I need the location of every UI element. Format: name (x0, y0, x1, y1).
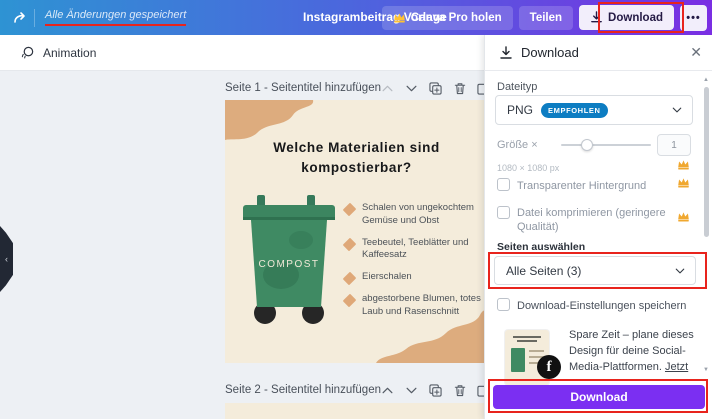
size-slider[interactable] (561, 144, 651, 146)
save-settings-checkbox[interactable] (497, 298, 510, 311)
size-value: 1 (671, 139, 677, 151)
share-button[interactable]: Teilen (518, 5, 574, 30)
download-label: Download (608, 11, 663, 24)
download-button-topbar[interactable]: Download (579, 5, 674, 30)
facebook-icon: f (537, 355, 561, 379)
compress-file-checkbox[interactable] (497, 206, 510, 219)
canva-pro-button[interactable]: Canva Pro holen (381, 5, 513, 30)
scroll-down-icon[interactable]: ▼ (703, 367, 709, 373)
size-label: Größe × (497, 139, 538, 151)
delete-page-icon[interactable] (453, 82, 466, 95)
page1-header: Seite 1 - Seitentitel hinzufügen (225, 78, 490, 98)
move-page-up-icon[interactable] (381, 82, 394, 95)
share-label: Teilen (529, 11, 563, 24)
move-page-up-icon[interactable] (381, 384, 394, 397)
top-bar: Alle Änderungen gespeichert Instagrambei… (0, 0, 712, 35)
download-cta-button[interactable]: Download (493, 385, 705, 409)
recommended-badge: EMPFOHLEN (541, 102, 608, 118)
move-page-down-icon[interactable] (405, 82, 418, 95)
bullet-list[interactable]: Schalen von ungekochtem Gemüse und Obst … (342, 202, 481, 328)
design-page-1[interactable]: Welche Materialien sind kompostierbar? C… (225, 100, 488, 363)
save-settings-label: Download-Einstellungen speichern (517, 300, 687, 312)
list-item: abgestorbene Blumen, totes Laub und Rase… (342, 293, 481, 319)
dimensions-text: 1080 × 1080 px (497, 163, 560, 173)
redo-button[interactable] (10, 7, 32, 29)
chevron-down-icon (675, 268, 685, 274)
topbar-actions: Canva Pro holen Teilen Download ••• (381, 0, 707, 35)
design-heading[interactable]: Welche Materialien sind kompostierbar? (237, 138, 476, 179)
filetype-value: PNG (507, 103, 534, 117)
saved-status: Alle Änderungen gespeichert (45, 9, 187, 26)
panel-scrollbar[interactable] (704, 87, 709, 237)
delete-page-icon[interactable] (453, 384, 466, 397)
page2-title[interactable]: Seite 2 - Seitentitel hinzufügen (225, 384, 381, 396)
size-value-box[interactable]: 1 (657, 134, 691, 156)
panel-header: Download ✕ (485, 35, 712, 71)
pages-value: Alle Seiten (3) (506, 263, 582, 278)
transparent-bg-label: Transparenter Hintergrund (517, 180, 647, 192)
compost-bin-illustration[interactable]: COMPOST (243, 195, 335, 328)
crown-icon (393, 12, 406, 23)
compress-file-label: Datei komprimieren (geringere Qualität) (517, 207, 666, 234)
download-panel: Download ✕ Dateityp PNG EMPFOHLEN Größe … (484, 35, 712, 419)
close-icon[interactable]: ✕ (690, 45, 702, 59)
promo-text: Spare Zeit – plane dieses Design für dei… (569, 329, 694, 373)
diamond-icon (342, 237, 357, 251)
list-item: Eierschalen (342, 271, 481, 286)
panel-title: Download (521, 45, 579, 60)
filetype-dropdown[interactable]: PNG EMPFOHLEN (495, 95, 693, 125)
move-page-down-icon[interactable] (405, 384, 418, 397)
pages-dropdown[interactable]: Alle Seiten (3) (494, 256, 696, 285)
animation-button[interactable]: Animation (12, 39, 104, 66)
crown-icon (677, 159, 690, 170)
download-cta-label: Download (570, 390, 628, 404)
duplicate-page-icon[interactable] (429, 383, 442, 397)
animation-label: Animation (43, 45, 97, 60)
page2-header: Seite 2 - Seitentitel hinzufügen (225, 380, 490, 400)
design-page-2[interactable] (225, 403, 488, 419)
diamond-icon (342, 202, 357, 217)
redo-icon (12, 11, 30, 25)
canva-pro-label: Canva Pro holen (410, 11, 502, 24)
bin-label: COMPOST (258, 259, 319, 270)
scroll-up-icon[interactable]: ▲ (703, 77, 709, 83)
list-item: Schalen von ungekochtem Gemüse und Obst (342, 202, 481, 228)
list-item: Teebeutel, Teeblätter und Kaffeesatz (342, 237, 481, 263)
download-icon (499, 45, 513, 60)
select-pages-label: Seiten auswählen (497, 241, 586, 253)
duplicate-page-icon[interactable] (429, 81, 442, 95)
transparent-bg-checkbox[interactable] (497, 178, 510, 191)
filetype-label: Dateityp (497, 81, 538, 93)
more-dots-icon: ••• (686, 11, 701, 24)
diamond-icon (342, 293, 357, 308)
topbar-divider (34, 8, 35, 27)
animation-icon (20, 45, 35, 60)
crown-icon (677, 211, 690, 222)
diamond-icon (342, 271, 357, 286)
promo-jetzt-link[interactable]: Jetzt (665, 361, 688, 373)
chevron-down-icon (672, 107, 682, 113)
download-icon (590, 11, 603, 24)
crown-icon (677, 177, 690, 188)
chevron-left-icon: ‹ (5, 254, 8, 264)
page1-title[interactable]: Seite 1 - Seitentitel hinzufügen (225, 82, 381, 94)
more-options-button[interactable]: ••• (680, 4, 707, 31)
size-slider-thumb[interactable] (581, 139, 593, 151)
